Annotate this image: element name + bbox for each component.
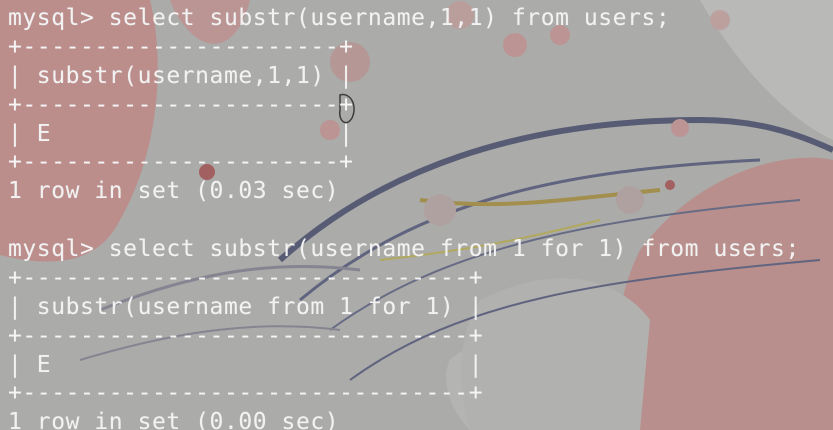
terminal-line-result-status: 1 row in set (0.03 sec) xyxy=(8,178,340,204)
terminal-line-table-border: +-------------------------------+ xyxy=(8,265,484,291)
terminal-line-query-2: mysql> select substr(username from 1 for… xyxy=(8,236,800,262)
terminal-line-table-row: | E | xyxy=(8,352,484,378)
terminal-line-result-status: 1 row in set (0.00 sec) xyxy=(8,409,340,430)
terminal-window[interactable]: mysql> select substr(username,1,1) from … xyxy=(0,0,833,430)
terminal-line-table-border: +----------------------+ xyxy=(8,92,354,118)
terminal-line-table-border: +-------------------------------+ xyxy=(8,380,484,406)
terminal-line-table-row: | E | xyxy=(8,121,354,147)
terminal-line-table-border: +----------------------+ xyxy=(8,34,354,60)
terminal-line-table-border: +----------------------+ xyxy=(8,149,354,175)
terminal-line-table-header: | substr(username from 1 for 1) | xyxy=(8,294,484,320)
terminal-line-table-border: +-------------------------------+ xyxy=(8,323,484,349)
terminal-line-query-1: mysql> select substr(username,1,1) from … xyxy=(8,5,671,31)
terminal-line-table-header: | substr(username,1,1) | xyxy=(8,63,354,89)
